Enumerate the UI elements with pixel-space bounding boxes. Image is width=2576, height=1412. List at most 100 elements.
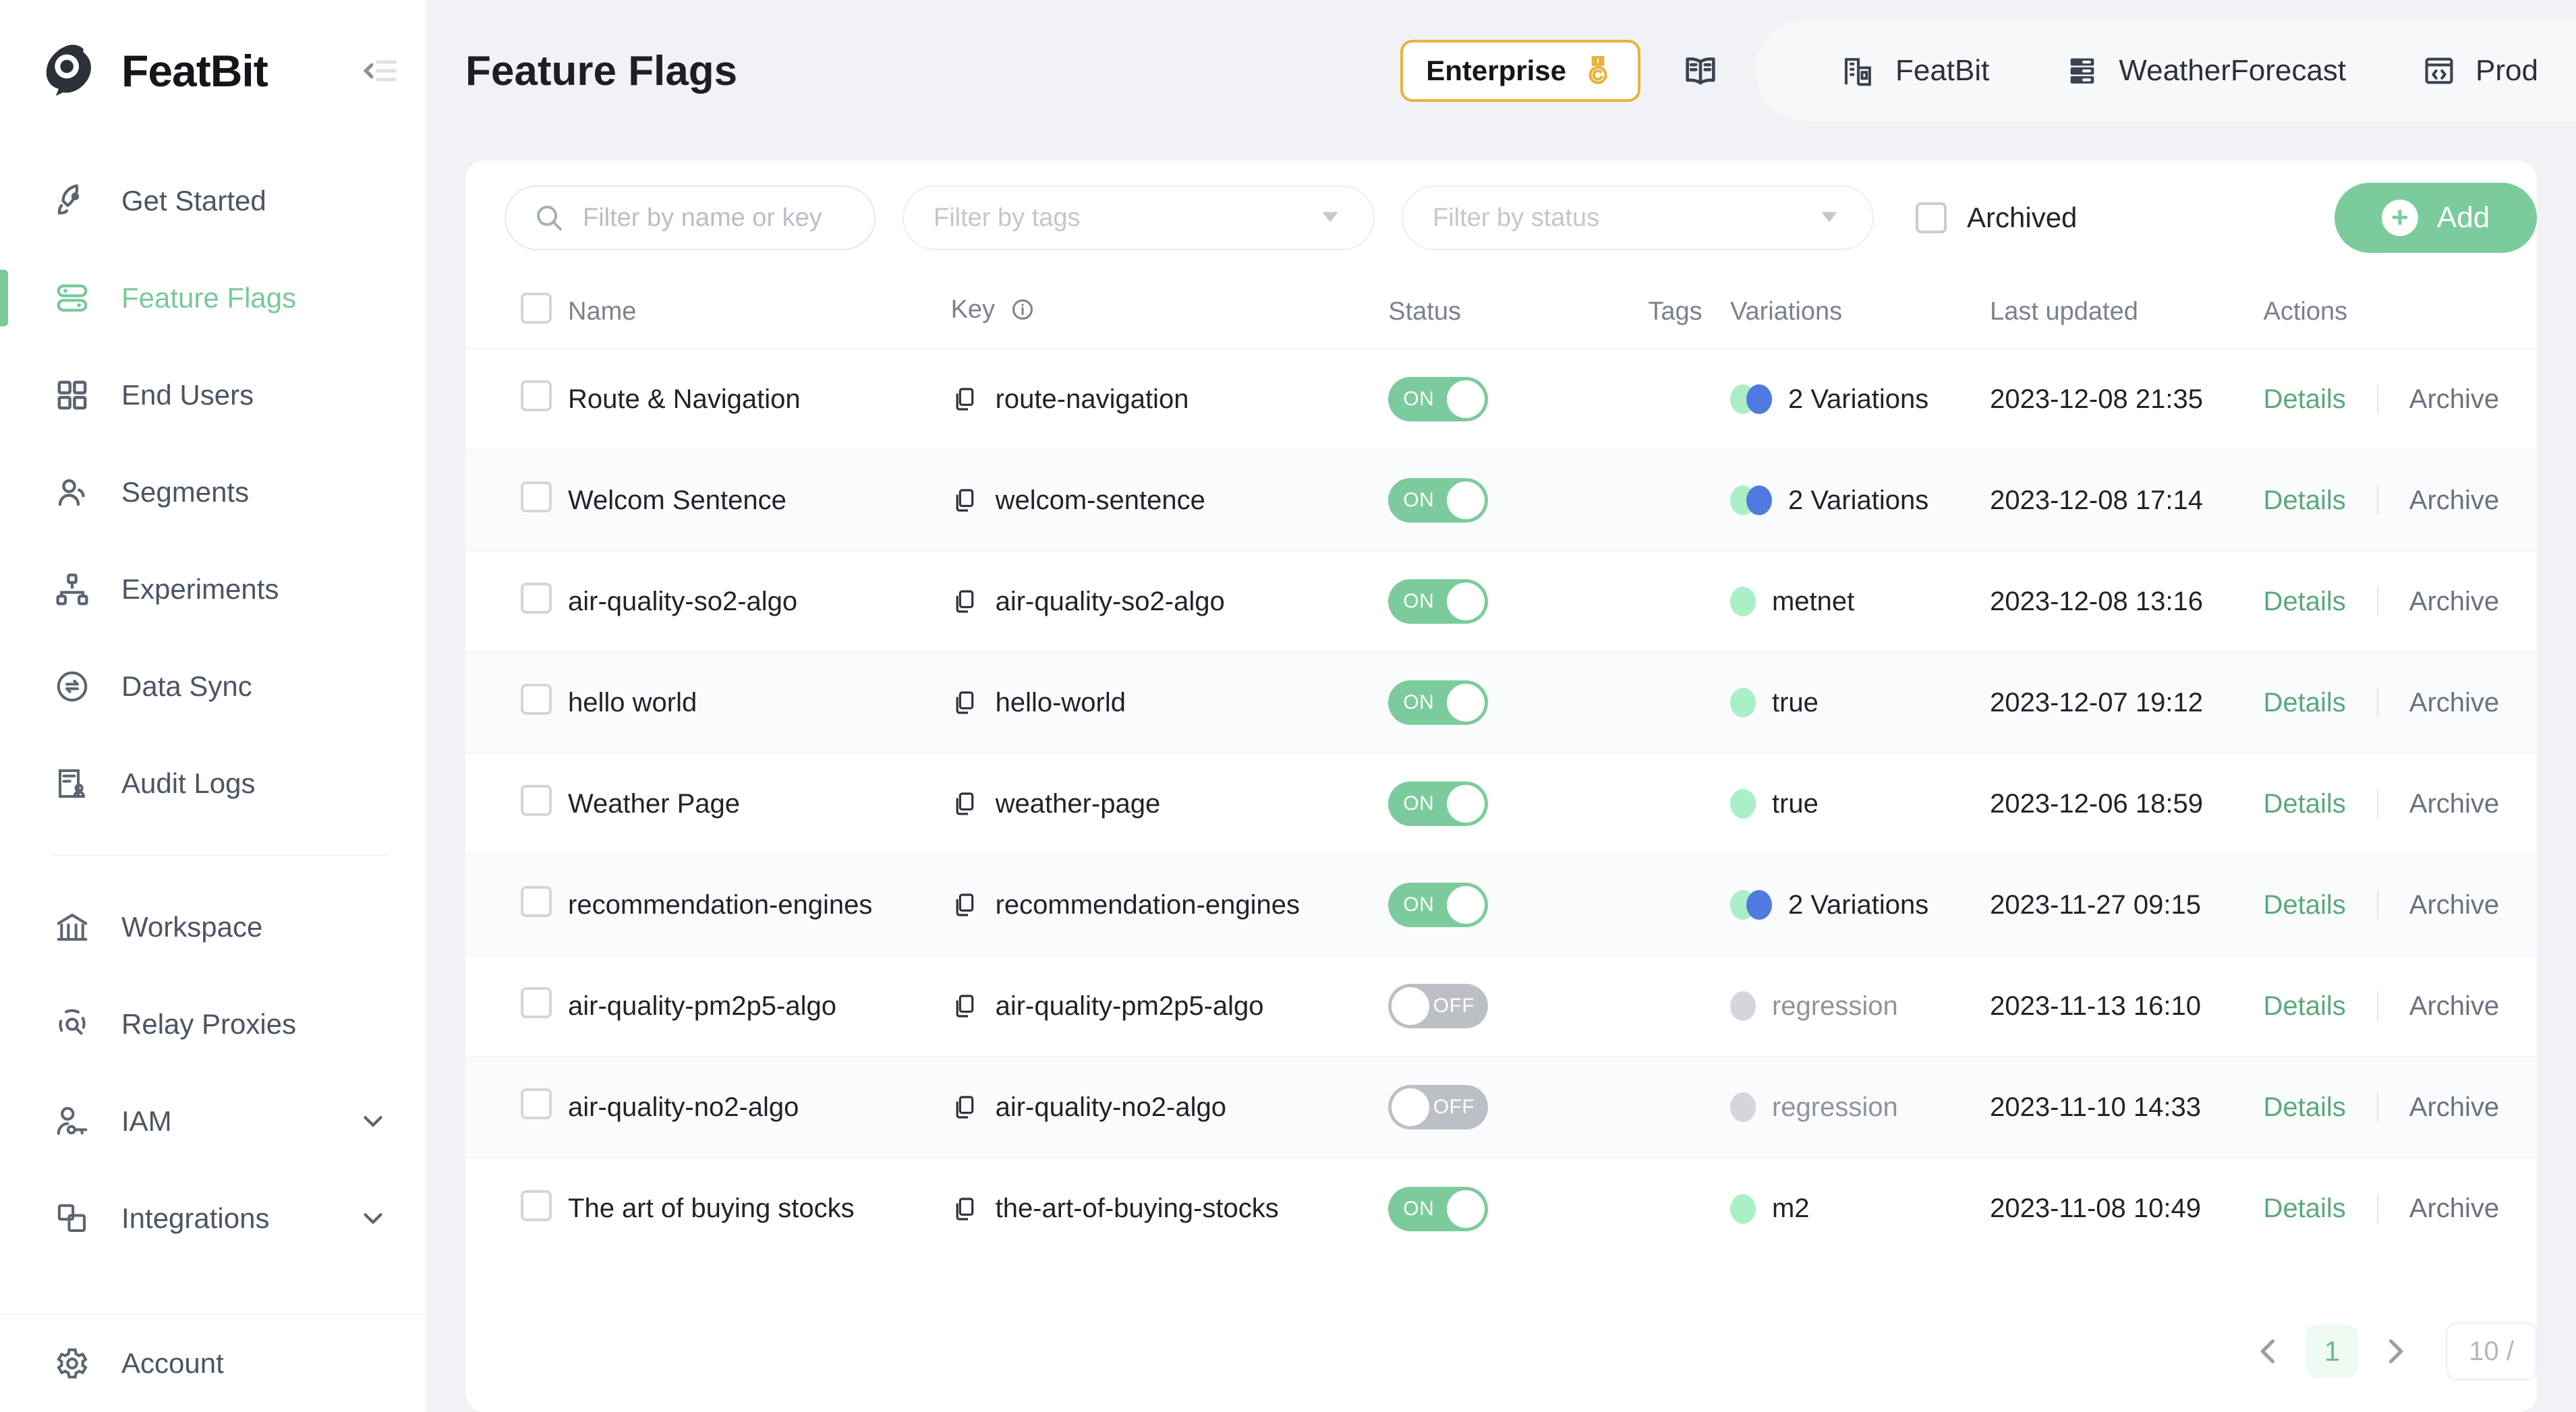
archive-link[interactable]: Archive (2409, 688, 2499, 718)
flag-key-text: route-navigation (995, 384, 1189, 414)
copy-icon[interactable] (951, 993, 978, 1020)
copy-icon[interactable] (951, 891, 978, 918)
toggle-knob (1447, 481, 1485, 519)
table-row[interactable]: hello world hello-world ON true 2023-12-07 1… (465, 652, 2537, 753)
row-checkbox[interactable] (521, 785, 552, 816)
details-link[interactable]: Details (2264, 486, 2346, 516)
row-checkbox[interactable] (521, 583, 552, 614)
details-link[interactable]: Details (2264, 384, 2346, 415)
flag-status-toggle[interactable]: ON (1388, 579, 1489, 624)
copy-icon[interactable] (951, 487, 978, 514)
sidebar-item-feature-flags[interactable]: Feature Flags (0, 249, 426, 347)
sidebar-item-iam[interactable]: IAM (0, 1073, 426, 1170)
sidebar-item-end-users[interactable]: End Users (0, 347, 426, 444)
row-checkbox[interactable] (521, 481, 552, 512)
search-input[interactable]: Filter by name or key (505, 185, 876, 250)
sidebar-item-audit-logs[interactable]: Audit Logs (0, 735, 426, 832)
sidebar-item-account[interactable]: Account (0, 1315, 426, 1412)
sidebar-item-experiments[interactable]: Experiments (0, 541, 426, 638)
chevron-down-icon[interactable] (357, 1106, 389, 1137)
docs-button[interactable] (1663, 40, 1738, 102)
flag-actions-cell: Details Archive (2264, 652, 2537, 753)
details-link[interactable]: Details (2264, 688, 2346, 718)
add-flag-button[interactable]: + Add (2335, 183, 2537, 253)
table-row[interactable]: air-quality-pm2p5-algo air-quality-pm2p5-… (465, 955, 2537, 1057)
flag-status-toggle[interactable]: ON (1388, 883, 1489, 927)
row-checkbox[interactable] (521, 380, 552, 411)
chevron-right-icon[interactable] (2370, 1326, 2420, 1376)
flag-status-toggle[interactable]: ON (1388, 478, 1489, 523)
archived-checkbox[interactable]: Archived (1916, 202, 2077, 234)
select-all-checkbox[interactable] (521, 293, 552, 324)
archive-link[interactable]: Archive (2409, 587, 2499, 617)
table-row[interactable]: air-quality-no2-algo air-quality-no2-algo… (465, 1057, 2537, 1158)
copy-icon[interactable] (951, 689, 978, 716)
layers-icon (51, 1198, 93, 1239)
details-link[interactable]: Details (2264, 587, 2346, 617)
row-checkbox[interactable] (521, 1189, 552, 1221)
row-checkbox[interactable] (521, 987, 552, 1018)
env-item-organization[interactable]: FeatBit (1802, 20, 2027, 121)
variation-dots (1729, 587, 1756, 616)
archive-link[interactable]: Archive (2409, 789, 2499, 819)
table-row[interactable]: air-quality-so2-algo air-quality-so2-algo… (465, 551, 2537, 652)
sidebar-item-workspace[interactable]: Workspace (0, 879, 426, 976)
archive-link[interactable]: Archive (2409, 384, 2499, 415)
plus-circle-icon: + (2381, 200, 2418, 236)
row-checkbox[interactable] (521, 1088, 552, 1119)
sidebar-item-relay-proxies[interactable]: Relay Proxies (0, 976, 426, 1073)
copy-icon[interactable] (951, 1094, 978, 1121)
info-icon[interactable] (1010, 297, 1035, 328)
table-row[interactable]: recommendation-engines recommendation-eng… (465, 854, 2537, 955)
grid-icon (51, 374, 93, 416)
flag-status-toggle[interactable]: OFF (1388, 1085, 1489, 1129)
table-row[interactable]: Welcom Sentence welcom-sentence ON 2 Variat… (465, 450, 2537, 551)
archive-link[interactable]: Archive (2409, 991, 2499, 1022)
page-size-select[interactable]: 10 / (2446, 1322, 2537, 1380)
env-item-environment[interactable]: Prod (2384, 20, 2576, 121)
sidebar-item-get-started[interactable]: Get Started (0, 152, 426, 249)
archive-link[interactable]: Archive (2409, 486, 2499, 516)
sidebar-item-data-sync[interactable]: Data Sync (0, 638, 426, 735)
env-item-project[interactable]: WeatherForecast (2027, 20, 2384, 121)
copy-icon[interactable] (951, 386, 978, 413)
status-filter-select[interactable]: Filter by status (1402, 185, 1874, 250)
flag-status-toggle[interactable]: ON (1388, 1186, 1489, 1231)
table-row[interactable]: The art of buying stocks the-art-of-buyin… (465, 1158, 2537, 1259)
flag-variations-cell: metnet (1729, 551, 1990, 652)
archive-link[interactable]: Archive (2409, 1092, 2499, 1123)
flag-variations-cell: m2 (1729, 1158, 1990, 1259)
archive-link[interactable]: Archive (2409, 1194, 2499, 1224)
tags-filter-select[interactable]: Filter by tags (903, 185, 1375, 250)
chevron-left-icon[interactable] (2243, 1326, 2293, 1376)
details-link[interactable]: Details (2264, 789, 2346, 819)
copy-icon[interactable] (951, 588, 978, 615)
sidebar-item-segments[interactable]: Segments (0, 444, 426, 541)
plan-badge[interactable]: Enterprise (1400, 40, 1640, 102)
collapse-sidebar-icon[interactable] (362, 52, 399, 90)
table-row[interactable]: Route & Navigation route-navigation ON 2 Va… (465, 349, 2537, 450)
flag-status-toggle[interactable]: ON (1388, 782, 1489, 826)
copy-icon[interactable] (951, 790, 978, 817)
flag-status-toggle[interactable]: OFF (1388, 984, 1489, 1028)
action-separator (2376, 890, 2378, 920)
flag-status-toggle[interactable]: ON (1388, 377, 1489, 421)
row-checkbox[interactable] (521, 886, 552, 917)
flag-actions-cell: Details Archive (2264, 955, 2537, 1057)
chevron-down-icon[interactable] (357, 1203, 389, 1234)
flag-key-text: air-quality-so2-algo (995, 586, 1225, 616)
details-link[interactable]: Details (2264, 991, 2346, 1022)
table-row[interactable]: Weather Page weather-page ON true 2023-12-06… (465, 753, 2537, 854)
sidebar-item-integrations[interactable]: Integrations (0, 1170, 426, 1267)
toggle-label: ON (1403, 893, 1435, 916)
flag-status-toggle[interactable]: ON (1388, 680, 1489, 725)
details-link[interactable]: Details (2264, 1194, 2346, 1224)
flag-key-text: welcom-sentence (995, 485, 1205, 515)
archive-link[interactable]: Archive (2409, 890, 2499, 920)
organization-icon (1840, 53, 1877, 89)
copy-icon[interactable] (951, 1196, 978, 1223)
details-link[interactable]: Details (2264, 890, 2346, 920)
row-checkbox[interactable] (521, 684, 552, 715)
details-link[interactable]: Details (2264, 1092, 2346, 1123)
page-number-1[interactable]: 1 (2306, 1325, 2359, 1378)
